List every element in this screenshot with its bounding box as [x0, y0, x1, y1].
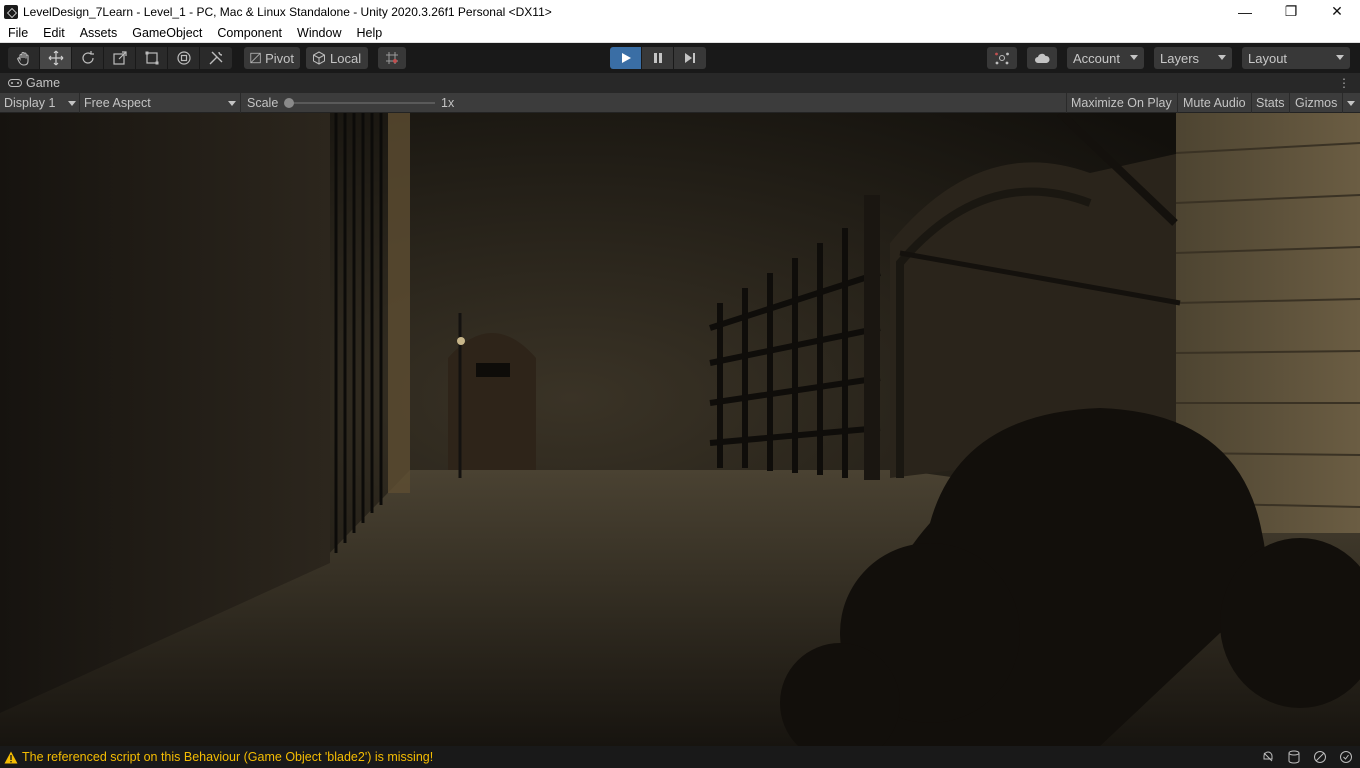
- panel-tab-bar: Game ⋮: [0, 73, 1360, 93]
- rect-tool-button[interactable]: [136, 47, 168, 69]
- divider: [1251, 93, 1252, 113]
- divider: [1066, 93, 1067, 113]
- scale-label: Scale: [247, 96, 279, 110]
- grid-snap-icon: [386, 52, 398, 64]
- rotate-icon: [81, 51, 94, 64]
- progress-check-icon[interactable]: [1338, 749, 1354, 765]
- menu-bar: File Edit Assets GameObject Component Wi…: [0, 23, 1360, 43]
- pivot-label: Pivot: [265, 50, 294, 66]
- database-icon[interactable]: [1286, 749, 1302, 765]
- move-icon: [48, 50, 63, 66]
- account-dropdown[interactable]: Account: [1067, 47, 1144, 69]
- window-title: LevelDesign_7Learn - Level_1 - PC, Mac &…: [23, 4, 552, 19]
- hand-tool-button[interactable]: [8, 47, 40, 69]
- step-button[interactable]: [674, 47, 706, 69]
- account-label: Account: [1073, 50, 1120, 66]
- gamepad-icon: [8, 79, 22, 87]
- collab-button[interactable]: [987, 47, 1017, 69]
- layers-label: Layers: [1160, 50, 1200, 66]
- display-dropdown[interactable]: Display 1: [4, 93, 78, 113]
- menu-file[interactable]: File: [0, 26, 35, 40]
- cloud-icon: [1035, 53, 1050, 63]
- console-warning-message: The referenced script on this Behaviour …: [22, 750, 434, 764]
- custom-tool-button[interactable]: [200, 47, 232, 69]
- minimize-button[interactable]: —: [1222, 0, 1268, 23]
- layout-label: Layout: [1248, 50, 1288, 66]
- aspect-label: Free Aspect: [84, 96, 151, 110]
- rotate-tool-button[interactable]: [72, 47, 104, 69]
- pause-icon: [653, 53, 662, 63]
- menu-window[interactable]: Window: [289, 26, 348, 40]
- status-bar[interactable]: The referenced script on this Behaviour …: [0, 746, 1360, 768]
- cloud-button[interactable]: [1027, 47, 1057, 69]
- scale-tool-button[interactable]: [104, 47, 136, 69]
- divider: [79, 93, 80, 113]
- close-button[interactable]: ✕: [1314, 0, 1360, 23]
- play-icon: [621, 53, 631, 63]
- menu-gameobject[interactable]: GameObject: [124, 26, 209, 40]
- main-toolbar: Pivot Local Account Layers Layout: [0, 43, 1360, 73]
- step-icon: [685, 53, 695, 63]
- chevron-down-icon: [1336, 55, 1344, 60]
- chevron-down-icon: [228, 101, 236, 106]
- game-viewport[interactable]: [0, 113, 1360, 746]
- game-render: [0, 113, 1360, 746]
- pivot-icon: [250, 52, 261, 64]
- aspect-dropdown[interactable]: Free Aspect: [84, 93, 238, 113]
- transform-icon: [176, 51, 191, 65]
- stats-toggle[interactable]: Stats: [1256, 93, 1285, 113]
- status-icons: [1260, 749, 1354, 765]
- window-controls: — ❐ ✕: [1222, 0, 1360, 23]
- maximize-on-play-toggle[interactable]: Maximize On Play: [1071, 93, 1172, 113]
- tools-icon: [209, 51, 223, 65]
- play-button[interactable]: [610, 47, 642, 69]
- transform-tools: [8, 47, 232, 69]
- pivot-toggle[interactable]: Pivot: [244, 47, 300, 69]
- cube-icon: [313, 51, 325, 65]
- local-label: Local: [330, 50, 362, 66]
- gizmos-toggle[interactable]: Gizmos: [1295, 93, 1337, 113]
- mute-audio-toggle[interactable]: Mute Audio: [1183, 93, 1246, 113]
- scale-value: 1x: [441, 96, 455, 110]
- menu-help[interactable]: Help: [348, 26, 389, 40]
- layout-dropdown[interactable]: Layout: [1242, 47, 1350, 69]
- local-toggle[interactable]: Local: [306, 47, 368, 69]
- divider: [1177, 93, 1178, 113]
- scale-slider-track[interactable]: [289, 102, 435, 104]
- tab-game-label: Game: [26, 76, 61, 90]
- collab-icon: [995, 52, 1009, 65]
- maximize-button[interactable]: ❐: [1268, 0, 1314, 23]
- transform-tool-button[interactable]: [168, 47, 200, 69]
- warning-icon: [4, 751, 18, 763]
- divider: [1342, 93, 1343, 113]
- chevron-down-icon: [1130, 55, 1138, 60]
- divider: [1289, 93, 1290, 113]
- game-view-toolbar: Display 1 Free Aspect Scale 1x Maximize …: [0, 93, 1360, 113]
- move-tool-button[interactable]: [40, 47, 72, 69]
- menu-assets[interactable]: Assets: [72, 26, 125, 40]
- menu-component[interactable]: Component: [209, 26, 289, 40]
- pause-button[interactable]: [642, 47, 674, 69]
- display-label: Display 1: [4, 96, 56, 110]
- scale-icon: [112, 51, 127, 65]
- rect-icon: [145, 51, 158, 65]
- chevron-down-icon: [68, 101, 76, 106]
- layers-dropdown[interactable]: Layers: [1154, 47, 1232, 69]
- gizmos-dropdown-icon[interactable]: [1347, 101, 1355, 106]
- scale-slider-handle[interactable]: [284, 98, 294, 108]
- more-options-icon[interactable]: ⋮: [1338, 76, 1350, 90]
- cache-server-icon[interactable]: [1312, 749, 1328, 765]
- playback-controls: [610, 47, 706, 69]
- tab-game[interactable]: Game: [0, 73, 60, 93]
- debug-mode-icon[interactable]: [1260, 749, 1276, 765]
- menu-edit[interactable]: Edit: [35, 26, 72, 40]
- unity-icon: [4, 4, 18, 19]
- window-title-bar: LevelDesign_7Learn - Level_1 - PC, Mac &…: [0, 0, 1360, 23]
- hand-icon: [16, 51, 29, 66]
- snap-toggle[interactable]: [378, 47, 406, 69]
- chevron-down-icon: [1218, 55, 1226, 60]
- divider: [240, 93, 241, 113]
